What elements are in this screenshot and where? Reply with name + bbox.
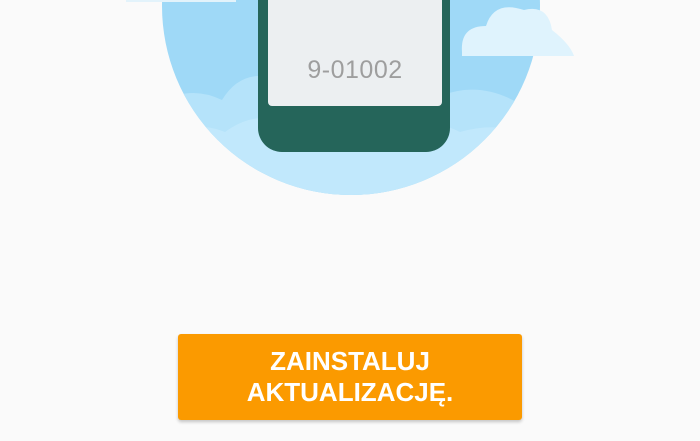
update-screen: 9-01002 ZAINSTALUJ AKTUALIZACJĘ. [0,0,700,441]
install-button-label-line1: ZAINSTALUJ [270,346,430,376]
version-number: 9-01002 [307,56,403,84]
install-update-button[interactable]: ZAINSTALUJ AKTUALIZACJĘ. [178,334,522,420]
install-button-label-line2: AKTUALIZACJĘ. [246,377,454,407]
phone-update-illustration [126,0,574,195]
